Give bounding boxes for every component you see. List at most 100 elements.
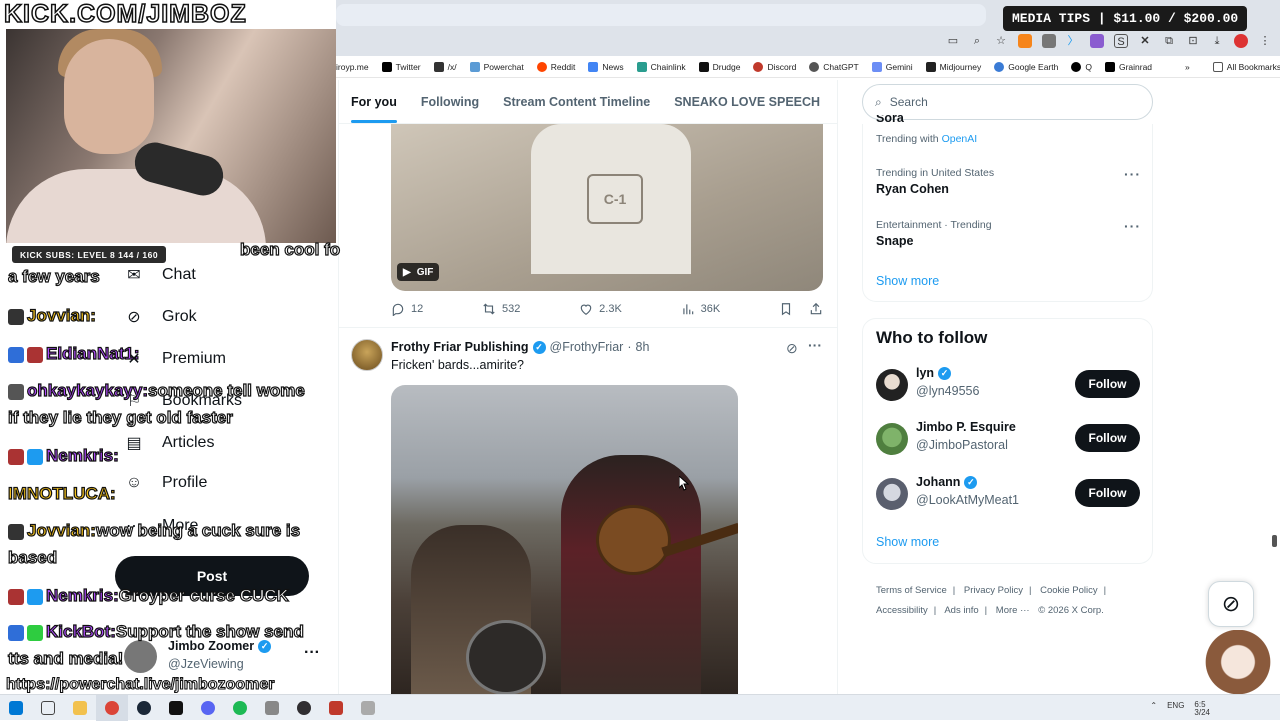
star-icon[interactable]: ☆ bbox=[994, 34, 1008, 48]
nav-chat[interactable]: ✉ Chat bbox=[124, 265, 196, 285]
taskbar-app[interactable] bbox=[288, 695, 320, 721]
taskbar-app[interactable] bbox=[128, 695, 160, 721]
bookmark-icon[interactable] bbox=[779, 302, 793, 316]
reply-button[interactable]: 12 bbox=[391, 302, 423, 316]
show-more-trends[interactable]: Show more bbox=[876, 274, 939, 288]
profile-avatar-icon[interactable] bbox=[1234, 34, 1248, 48]
taskbar-app[interactable] bbox=[64, 695, 96, 721]
post-handle[interactable]: @FrothyFriar bbox=[550, 340, 624, 354]
bookmark-item[interactable]: Drudge bbox=[698, 61, 740, 72]
trend-item[interactable]: Entertainment · Trending Snape bbox=[876, 219, 992, 248]
footer-link[interactable]: Privacy Policy bbox=[964, 585, 1023, 596]
nav-profile[interactable]: ☺ Profile bbox=[124, 474, 208, 492]
account-switcher[interactable]: Jimbo Zoomer ✓ @JzeViewing ··· bbox=[124, 638, 324, 674]
extension-wave-icon[interactable]: 〉 bbox=[1066, 34, 1080, 48]
avatar[interactable] bbox=[876, 478, 908, 510]
cast-icon[interactable]: ▭ bbox=[946, 34, 960, 48]
bookmark-item[interactable]: Chainlink bbox=[636, 61, 686, 72]
follow-suggestion[interactable]: Johann ✓ @LookAtMyMeat1 Follow bbox=[876, 475, 1140, 515]
taskbar-app[interactable] bbox=[224, 695, 256, 721]
show-more-follow[interactable]: Show more bbox=[876, 535, 939, 549]
clock[interactable]: 6:5 3/24 bbox=[1194, 701, 1210, 717]
bookmark-item[interactable]: Powerchat bbox=[469, 61, 524, 72]
nav-grok[interactable]: ⊘ Grok bbox=[124, 307, 196, 327]
taskbar-app[interactable] bbox=[96, 694, 128, 721]
bookmark-item[interactable]: Midjourney bbox=[925, 61, 981, 72]
bookmark-item[interactable]: Grainrad bbox=[1104, 61, 1152, 72]
bookmark-item[interactable]: Discord bbox=[753, 61, 796, 72]
bookmark-item[interactable]: Q bbox=[1071, 61, 1092, 72]
browser-menu-icon[interactable]: ⋮ bbox=[1258, 34, 1272, 48]
taskbar-app[interactable] bbox=[352, 695, 384, 721]
extensions-puzzle-icon[interactable]: ⧉ bbox=[1162, 34, 1176, 48]
bookmark-item[interactable]: Reddit bbox=[536, 61, 575, 72]
taskbar-app[interactable] bbox=[160, 695, 192, 721]
extension-shield-icon[interactable] bbox=[1042, 34, 1056, 48]
gif-media[interactable]: C-1 bbox=[391, 124, 823, 291]
bookmark-item[interactable]: Twitter bbox=[381, 61, 421, 72]
tray-chevron-icon[interactable]: ⌃ bbox=[1150, 701, 1157, 717]
footer-link[interactable]: Terms of Service bbox=[876, 585, 947, 596]
follow-suggestion[interactable]: Jimbo P. Esquire @JimboPastoral Follow bbox=[876, 420, 1140, 460]
bookmark-item[interactable]: /x/ bbox=[433, 61, 457, 72]
trend-item[interactable]: Sora Trending with OpenAI bbox=[876, 115, 977, 145]
repost-button[interactable]: 532 bbox=[482, 302, 520, 316]
post-author[interactable]: Frothy Friar Publishing bbox=[391, 340, 529, 354]
extension-x-icon[interactable]: ✕ bbox=[1138, 34, 1152, 48]
post-video[interactable] bbox=[391, 385, 738, 695]
screenshot-icon[interactable]: ⊡ bbox=[1186, 34, 1200, 48]
grok-explain-icon[interactable]: ⊘ bbox=[786, 340, 798, 357]
account-name[interactable]: lyn ✓ bbox=[916, 366, 952, 380]
bookmark-item[interactable]: Gemini bbox=[871, 61, 913, 72]
footer-link[interactable]: Ads info bbox=[944, 605, 978, 616]
avatar[interactable] bbox=[876, 369, 908, 401]
browser-tabstrip[interactable] bbox=[336, 4, 986, 26]
bookmark-item[interactable]: News bbox=[588, 61, 624, 72]
trend-item[interactable]: Trending in United States Ryan Cohen bbox=[876, 167, 994, 196]
account-name[interactable]: Johann ✓ bbox=[916, 475, 978, 489]
tab-for-you[interactable]: For you bbox=[339, 80, 409, 123]
follow-button[interactable]: Follow bbox=[1075, 479, 1140, 507]
nav-articles[interactable]: ▤ Articles bbox=[124, 433, 214, 453]
views-button[interactable]: 36K bbox=[681, 302, 720, 316]
trend-more-button[interactable]: ··· bbox=[1124, 218, 1141, 234]
extension-purple-icon[interactable] bbox=[1090, 34, 1104, 48]
bookmark-item[interactable]: iroyp.me bbox=[336, 62, 369, 72]
taskbar-app[interactable] bbox=[256, 695, 288, 721]
download-icon[interactable]: ⤓ bbox=[1210, 34, 1224, 48]
task-view-button[interactable] bbox=[32, 695, 64, 721]
gif-badge[interactable]: ▶ GIF bbox=[397, 263, 440, 281]
tab-sneako-love-speech[interactable]: SNEAKO LOVE SPEECH bbox=[662, 80, 832, 123]
extension-metamask-icon[interactable] bbox=[1018, 34, 1032, 48]
zoom-icon[interactable]: ⌕ bbox=[970, 34, 984, 48]
language-indicator[interactable]: ENG bbox=[1167, 701, 1184, 717]
share-icon[interactable] bbox=[809, 302, 823, 316]
bookmark-item[interactable]: ChatGPT bbox=[809, 61, 859, 72]
tab-stream-content-timeline[interactable]: Stream Content Timeline bbox=[491, 80, 662, 123]
footer-link[interactable]: Cookie Policy bbox=[1040, 585, 1098, 596]
taskbar-app[interactable] bbox=[320, 695, 352, 721]
avatar[interactable] bbox=[351, 339, 383, 371]
post-more-button[interactable]: ··· bbox=[808, 337, 822, 353]
start-button[interactable] bbox=[0, 695, 32, 721]
scrollbar-thumb[interactable] bbox=[1272, 535, 1277, 547]
footer-link[interactable]: More ··· bbox=[996, 605, 1030, 616]
like-button[interactable]: 2.3K bbox=[579, 302, 622, 316]
bookmark-item[interactable]: Google Earth bbox=[994, 61, 1058, 72]
taskbar-app[interactable] bbox=[192, 695, 224, 721]
account-name[interactable]: Jimbo P. Esquire bbox=[916, 420, 1016, 434]
all-bookmarks[interactable]: All Bookmarks bbox=[1212, 61, 1280, 72]
extension-s-icon[interactable]: S bbox=[1114, 34, 1128, 48]
post-time[interactable]: 8h bbox=[636, 340, 650, 354]
follow-button[interactable]: Follow bbox=[1075, 370, 1140, 398]
trend-highlight[interactable]: OpenAI bbox=[942, 133, 978, 145]
grok-fab-button[interactable]: ⊘ bbox=[1208, 581, 1254, 627]
tab-following[interactable]: Following bbox=[409, 80, 491, 123]
footer-link[interactable]: Accessibility bbox=[876, 605, 928, 616]
trend-more-button[interactable]: ··· bbox=[1124, 166, 1141, 182]
bookmarks-overflow[interactable]: » bbox=[1185, 62, 1190, 72]
follow-suggestion[interactable]: lyn ✓ @lyn49556 Follow bbox=[876, 366, 1140, 406]
follow-button[interactable]: Follow bbox=[1075, 424, 1140, 452]
account-more-icon[interactable]: ··· bbox=[304, 644, 320, 662]
avatar[interactable] bbox=[876, 423, 908, 455]
